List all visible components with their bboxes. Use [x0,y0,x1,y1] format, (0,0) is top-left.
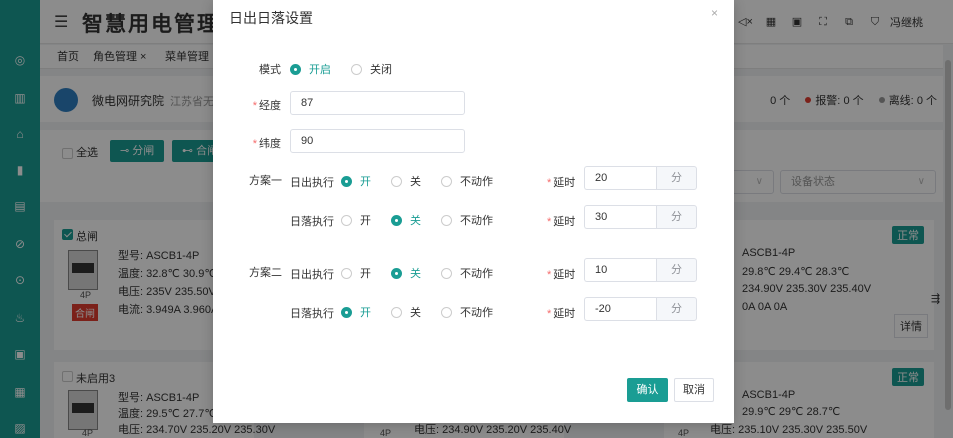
plan1-sunset-delay-label: * 延时 [547,216,576,228]
plan1-sunrise-on[interactable]: 开 [341,173,371,189]
plan1-sunset-label: 日落执行 [290,216,334,228]
plan2-label: 方案二 [249,267,282,279]
sunrise-sunset-dialog: 日出日落设置 × 模式 开启 关闭 * 经度 87 * 纬度 90 方案一 日出执行… [213,0,734,423]
plan2-sunset-none[interactable]: 不动作 [441,304,493,320]
plan1-sunset-none[interactable]: 不动作 [441,212,493,228]
plan1-sunset-on[interactable]: 开 [341,212,371,228]
mode-off-label: 关闭 [370,64,392,76]
confirm-button[interactable]: 确认 [627,378,668,402]
plan2-sunset-on[interactable]: 开 [341,304,371,320]
mode-on-label: 开启 [309,64,331,76]
plan2-sunrise-off[interactable]: 关 [391,265,421,281]
plan2-sunrise-on[interactable]: 开 [341,265,371,281]
longitude-input[interactable]: 87 [290,91,465,115]
plan2-sunrise-label: 日出执行 [290,269,334,281]
plan1-sunrise-delay-input[interactable]: 20 分 [584,166,697,190]
close-icon[interactable]: × [711,6,718,20]
dialog-title: 日出日落设置 [229,10,313,26]
plan1-sunrise-label: 日出执行 [290,177,334,189]
plan2-sunset-delay-input[interactable]: -20 分 [584,297,697,321]
plan1-sunrise-delay-label: * 延时 [547,177,576,189]
plan2-sunrise-delay-input[interactable]: 10 分 [584,258,697,282]
plan1-sunrise-none[interactable]: 不动作 [441,173,493,189]
plan2-sunrise-delay-label: * 延时 [547,269,576,281]
longitude-label: * 经度 [252,100,281,112]
plan1-sunset-delay-input[interactable]: 30 分 [584,205,697,229]
plan2-sunrise-none[interactable]: 不动作 [441,265,493,281]
cancel-button[interactable]: 取消 [674,378,714,402]
mode-on-radio[interactable]: 开启 [290,61,331,77]
plan1-sunrise-off[interactable]: 关 [391,173,421,189]
plan2-sunset-delay-label: * 延时 [547,308,576,320]
mode-label: 模式 [259,64,281,76]
latitude-input[interactable]: 90 [290,129,465,153]
plan2-sunset-label: 日落执行 [290,308,334,320]
mode-off-radio[interactable]: 关闭 [351,61,392,77]
plan2-sunset-off[interactable]: 关 [391,304,421,320]
plan1-sunset-off[interactable]: 关 [391,212,421,228]
latitude-label: * 纬度 [252,138,281,150]
plan1-label: 方案一 [249,175,282,187]
